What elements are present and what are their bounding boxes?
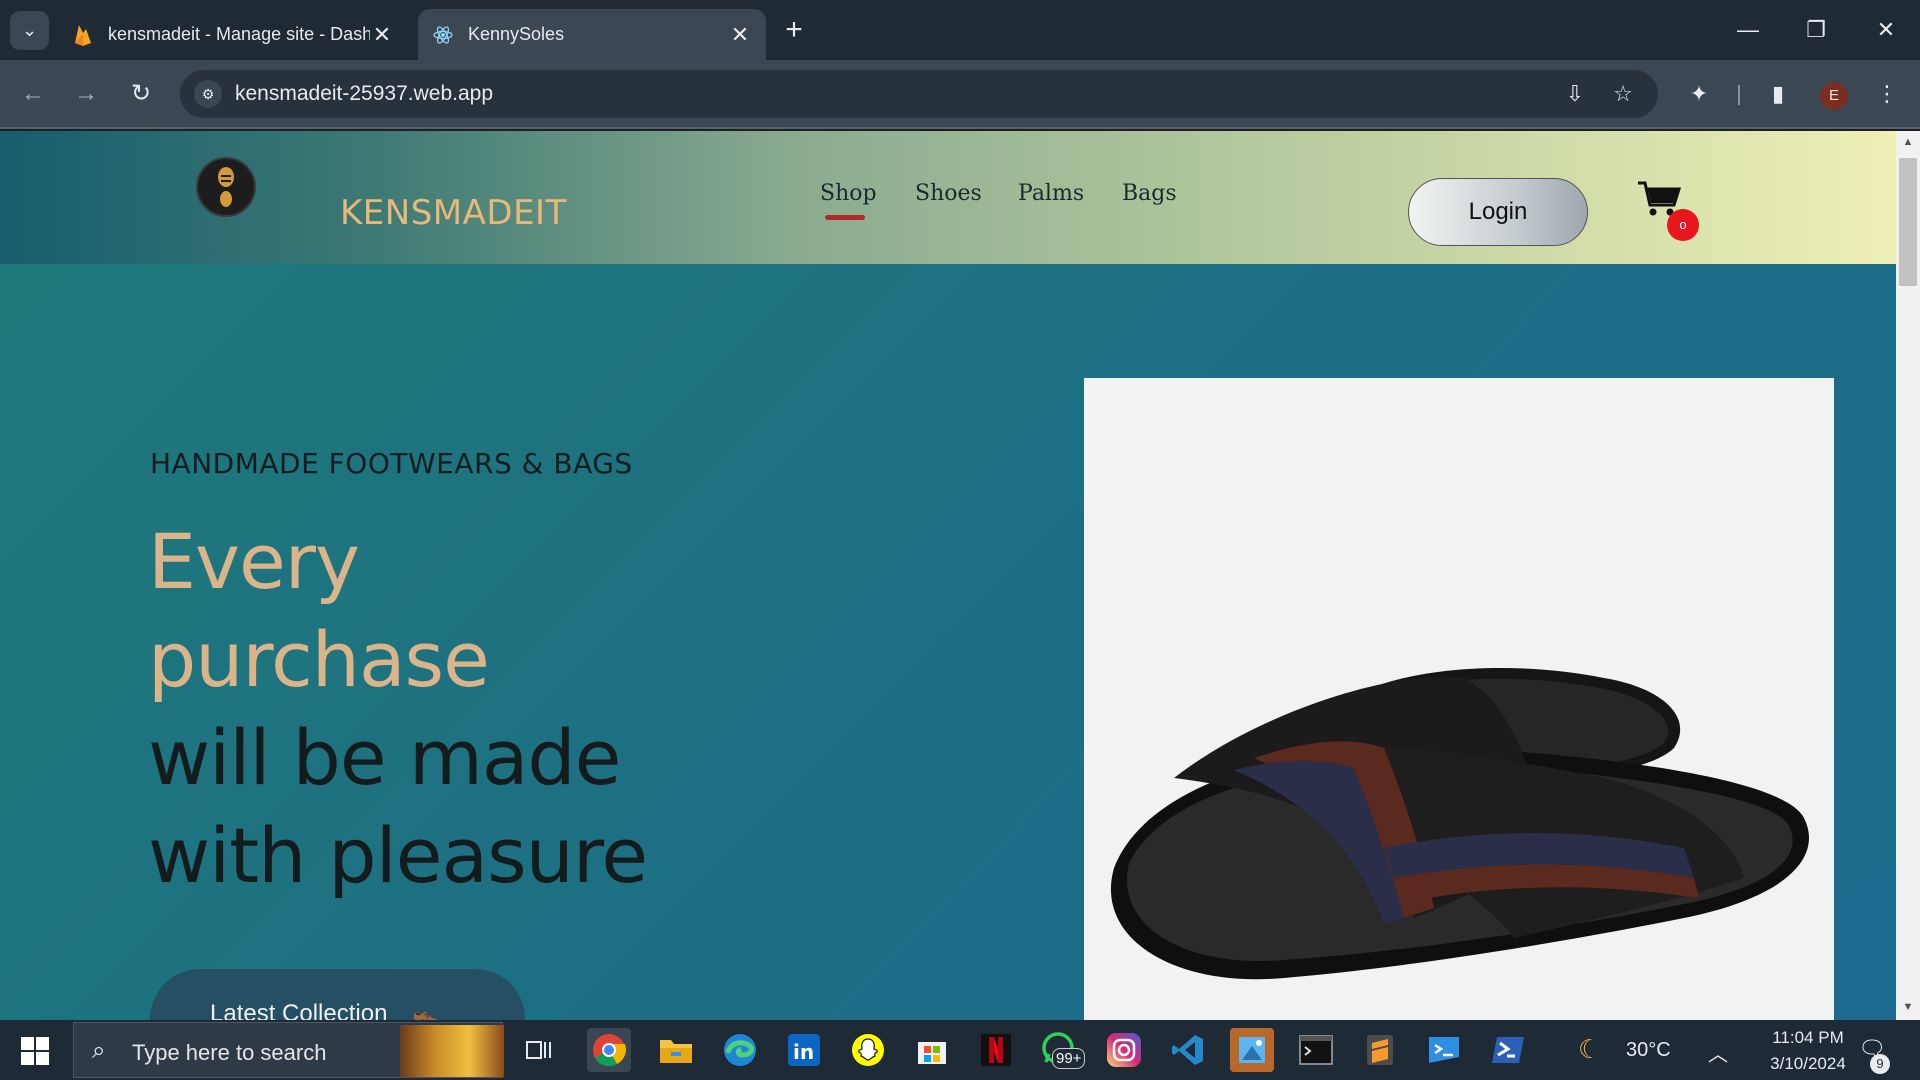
hero-headline-line-2: purchase	[148, 615, 490, 704]
hero-headline-line-3: will be made	[148, 713, 621, 802]
cta-label: Latest Collection	[210, 1000, 388, 1020]
snapchat-icon[interactable]	[846, 1028, 890, 1072]
shoe-print-logo	[218, 167, 234, 207]
windows-start-icon[interactable]	[20, 1036, 50, 1066]
nav-bags[interactable]: Bags	[1122, 181, 1177, 206]
whatsapp-icon[interactable]: 99+	[1038, 1028, 1086, 1072]
restore-button[interactable]: ❐	[1796, 12, 1836, 48]
instagram-icon[interactable]	[1102, 1028, 1146, 1072]
show-hidden-icons-chevron-icon[interactable]: ︿	[1708, 1038, 1728, 1067]
minimize-button[interactable]: —	[1728, 12, 1768, 48]
profile-avatar[interactable]: E	[1820, 82, 1848, 110]
browser-toolbar: ← → ↻ ⚙ kensmadeit-25937.web.app ⇩ ☆ ✦ ▮…	[0, 60, 1920, 129]
close-icon[interactable]: ✕	[370, 22, 394, 48]
clock-date[interactable]: 3/10/2024	[1748, 1054, 1868, 1074]
scroll-down-arrow[interactable]: ▼	[1899, 998, 1917, 1016]
nav-shoes[interactable]: Shoes	[915, 181, 982, 206]
tab-manage-site[interactable]: kensmadeit - Manage site - Dashboard ✕	[58, 9, 408, 60]
chrome-icon[interactable]	[587, 1028, 631, 1072]
search-placeholder: Type here to search	[132, 1040, 327, 1065]
url-text[interactable]: kensmadeit-25937.web.app	[235, 82, 493, 106]
tab-title: kensmadeit - Manage site - Dashboard	[108, 24, 370, 44]
side-panel-icon[interactable]: ▮	[1761, 77, 1795, 111]
nav-active-indicator	[825, 215, 865, 220]
scroll-up-arrow[interactable]: ▲	[1899, 133, 1917, 151]
task-view-icon[interactable]	[517, 1028, 561, 1072]
microsoft-store-icon[interactable]	[910, 1028, 954, 1072]
cart-count-badge[interactable]: o	[1667, 209, 1699, 241]
forward-button[interactable]: →	[67, 75, 105, 113]
notification-count: 9	[1870, 1054, 1890, 1074]
reload-button[interactable]: ↻	[122, 75, 160, 113]
weather-temperature[interactable]: 30°C	[1626, 1039, 1671, 1062]
react-icon	[432, 24, 454, 46]
bookmark-star-icon[interactable]: ☆	[1608, 79, 1638, 109]
browser-menu-icon[interactable]: ⋮	[1870, 77, 1904, 111]
tab-title: KennySoles	[468, 24, 565, 44]
whatsapp-badge: 99+	[1052, 1048, 1086, 1069]
toolbar-divider	[1738, 85, 1740, 105]
svg-text:in: in	[793, 1040, 814, 1064]
weather-moon-icon[interactable]: ☾	[1578, 1034, 1601, 1065]
shoe-icon: 👞	[412, 1000, 442, 1020]
hero-headline-line-4: with pleasure	[148, 811, 648, 900]
search-icon: ⌕	[92, 1037, 106, 1064]
site-logo[interactable]	[196, 157, 256, 217]
hero-product-image	[1084, 378, 1834, 1020]
terminal-icon[interactable]	[1294, 1028, 1338, 1072]
linkedin-icon[interactable]: in	[782, 1028, 826, 1072]
sublime-text-icon[interactable]	[1358, 1028, 1402, 1072]
taskbar-search[interactable]: ⌕ Type here to search	[73, 1022, 504, 1078]
vscode-icon[interactable]	[1166, 1028, 1210, 1072]
firebase-icon	[72, 24, 94, 46]
address-bar[interactable]: ⚙ kensmadeit-25937.web.app ⇩ ☆	[180, 70, 1658, 118]
login-button[interactable]: Login	[1408, 178, 1588, 246]
powershell-icon[interactable]	[1486, 1028, 1530, 1072]
site-info-icon[interactable]: ⚙	[194, 80, 222, 108]
paint-app-icon[interactable]	[1230, 1028, 1274, 1072]
windows-taskbar: ⌕ Type here to search in 99+ ☾ 30°C ︿ 11…	[0, 1020, 1920, 1080]
hero-headline-line-1: Every	[148, 517, 360, 606]
netflix-icon[interactable]	[974, 1028, 1018, 1072]
nav-shop[interactable]: Shop	[820, 181, 877, 206]
scrollbar-thumb[interactable]	[1899, 158, 1917, 286]
hero-kicker: HANDMADE FOOTWEARS & BAGS	[150, 447, 633, 480]
install-app-icon[interactable]: ⇩	[1560, 79, 1590, 109]
clock-time[interactable]: 11:04 PM	[1748, 1028, 1868, 1048]
tab-kennysoles[interactable]: KennySoles ✕	[418, 9, 766, 60]
search-highlight-image	[400, 1025, 504, 1077]
latest-collection-button[interactable]: Latest Collection 👞	[150, 969, 525, 1020]
site-header: KENSMADEIT Shop Shoes Palms Bags Login o	[0, 131, 1896, 264]
back-button[interactable]: ←	[14, 75, 52, 113]
brand-name[interactable]: KENSMADEIT	[340, 193, 567, 233]
sandal-illustration	[1110, 668, 1809, 980]
close-window-button[interactable]: ✕	[1866, 12, 1906, 48]
close-icon[interactable]: ✕	[728, 22, 752, 48]
tab-search-button[interactable]: ⌄	[10, 11, 49, 50]
file-explorer-icon[interactable]	[654, 1028, 698, 1072]
edge-icon[interactable]	[718, 1028, 762, 1072]
browser-tab-bar: ⌄ kensmadeit - Manage site - Dashboard ✕…	[0, 0, 1920, 60]
azure-data-studio-icon[interactable]	[1422, 1028, 1466, 1072]
web-page: KENSMADEIT Shop Shoes Palms Bags Login o…	[0, 131, 1896, 1020]
nav-palms[interactable]: Palms	[1018, 181, 1084, 206]
new-tab-button[interactable]: +	[778, 15, 810, 47]
extensions-icon[interactable]: ✦	[1682, 77, 1716, 111]
